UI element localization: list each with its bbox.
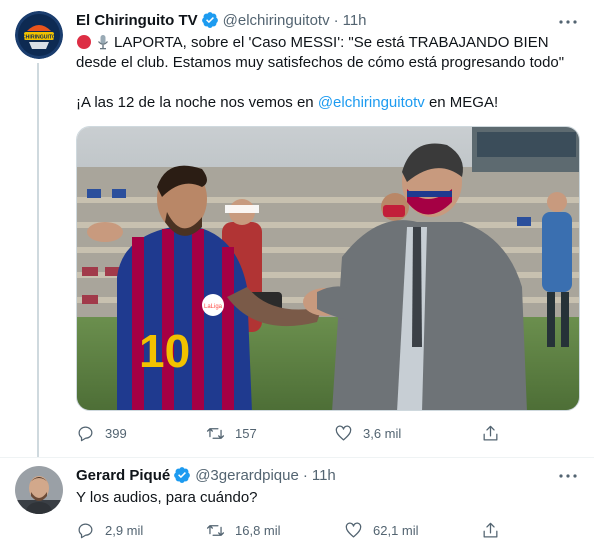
- separator-dot: ·: [302, 466, 308, 484]
- tweet-timestamp[interactable]: 11h: [312, 467, 336, 484]
- retweet-icon: [206, 427, 225, 439]
- tweet-timestamp[interactable]: 11h: [343, 12, 367, 29]
- tweet-text-paragraph-2: ¡A las 12 de la noche nos vemos en: [76, 94, 318, 111]
- red-circle-icon: [77, 35, 91, 49]
- retweet-button[interactable]: 157: [206, 421, 257, 445]
- laliga-badge: LaLiga: [204, 304, 223, 310]
- tweet-photo[interactable]: 10 LaLiga: [76, 126, 580, 411]
- tweet-actions-reply: 2,9 mil 16,8 mil 62,1 mil: [76, 518, 516, 542]
- microphone-icon: [97, 35, 109, 50]
- tweet-header: Gerard Piqué @3gerardpique · 11h: [76, 466, 336, 484]
- tweet-chiringuito[interactable]: CHIRINGUITO El Chiringuito TV @elchiring…: [0, 0, 594, 458]
- share-icon: [483, 425, 498, 440]
- reply-icon: [78, 426, 93, 441]
- tweet-text: LAPORTA, sobre el 'Caso MESSI': "Se está…: [76, 33, 586, 73]
- tweet-text-paragraph-2-suffix: en MEGA!: [424, 94, 499, 111]
- separator-dot: ·: [333, 11, 339, 29]
- profile-photo-icon: [15, 466, 63, 514]
- author-name[interactable]: El Chiringuito TV: [76, 12, 198, 29]
- verified-badge-icon: [201, 12, 218, 28]
- author-handle[interactable]: @3gerardpique: [195, 467, 299, 484]
- tweet-text: Y los audios, para cuándo?: [76, 489, 258, 506]
- like-count: 62,1 mil: [373, 522, 419, 538]
- chiringuito-logo-icon: CHIRINGUITO: [15, 11, 63, 59]
- chiringuito-avatar[interactable]: CHIRINGUITO: [15, 11, 63, 59]
- share-button[interactable]: [481, 421, 510, 445]
- verified-badge-icon: [174, 467, 191, 483]
- reply-icon: [78, 523, 93, 538]
- reply-count: 2,9 mil: [105, 522, 144, 538]
- shirt-number: 10: [139, 325, 190, 377]
- more-options-icon[interactable]: [556, 464, 580, 488]
- tweet-actions: 399 157 3,6 mil: [76, 421, 516, 445]
- share-icon: [483, 522, 498, 537]
- heart-icon: [345, 522, 362, 537]
- retweet-icon: [206, 524, 225, 536]
- thread-connector-line: [37, 63, 39, 458]
- reply-count: 399: [105, 425, 127, 441]
- retweet-button[interactable]: 16,8 mil: [206, 518, 281, 542]
- tweet-text-line-2: ¡A las 12 de la noche nos vemos en @elch…: [76, 93, 586, 113]
- heart-icon: [335, 425, 352, 440]
- reply-button[interactable]: 399: [76, 421, 127, 445]
- retweet-count: 16,8 mil: [235, 522, 281, 538]
- avatar-logo-text: CHIRINGUITO: [22, 35, 56, 41]
- more-options-icon[interactable]: [556, 10, 580, 34]
- reply-button[interactable]: 2,9 mil: [76, 518, 143, 542]
- photo-laporta-messi-handshake: 10 LaLiga: [77, 127, 579, 410]
- pique-avatar[interactable]: [15, 466, 63, 514]
- share-button[interactable]: [481, 518, 510, 542]
- retweet-count: 157: [235, 425, 257, 441]
- author-handle[interactable]: @elchiringuitotv: [223, 12, 330, 29]
- like-button[interactable]: 3,6 mil: [334, 421, 401, 445]
- mention-link[interactable]: @elchiringuitotv: [318, 94, 425, 111]
- tweet-text-paragraph-1: LAPORTA, sobre el 'Caso MESSI': "Se está…: [76, 34, 565, 71]
- like-count: 3,6 mil: [363, 425, 402, 441]
- author-name[interactable]: Gerard Piqué: [76, 467, 170, 484]
- tweet-header: El Chiringuito TV @elchiringuitotv · 11h: [76, 11, 367, 29]
- like-button[interactable]: 62,1 mil: [344, 518, 419, 542]
